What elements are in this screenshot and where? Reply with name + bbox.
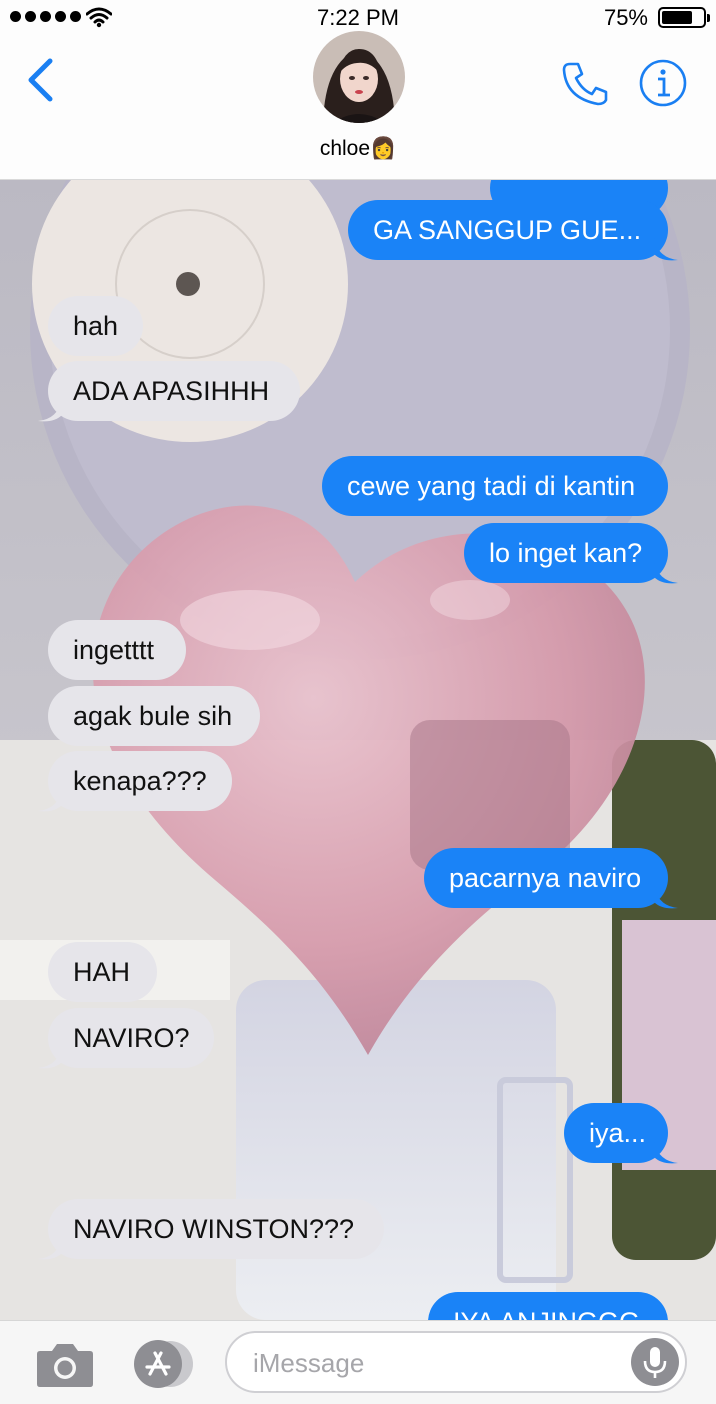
incoming-message-bubble[interactable]: hah <box>48 296 143 356</box>
incoming-message-bubble[interactable]: HAH <box>48 942 157 1002</box>
conversation-header: 7:22 PM 75% chloe👩 <box>0 0 716 180</box>
bubble-tail <box>654 561 678 584</box>
bubble-tail <box>654 238 678 261</box>
incoming-message-bubble[interactable]: ingetttt <box>48 620 186 680</box>
message-input-field[interactable] <box>225 1331 687 1393</box>
phone-icon[interactable] <box>560 58 610 108</box>
outgoing-message-bubble[interactable]: IYA ANJINGGG <box>428 1292 668 1320</box>
contact-avatar[interactable] <box>313 31 405 123</box>
camera-icon[interactable] <box>36 1341 94 1387</box>
incoming-message-bubble[interactable]: NAVIRO? <box>48 1008 214 1068</box>
info-icon[interactable] <box>638 58 688 108</box>
outgoing-message-bubble[interactable]: GA SANGGUP GUE... <box>348 200 668 260</box>
status-bar: 7:22 PM 75% <box>0 0 716 34</box>
bubble-tail <box>38 789 62 812</box>
bubble-tail <box>38 1046 62 1069</box>
incoming-message-bubble[interactable]: agak bule sih <box>48 686 260 746</box>
outgoing-message-bubble[interactable]: iya... <box>564 1103 668 1163</box>
bubble-tail <box>38 399 62 422</box>
bubble-tail <box>654 1141 678 1164</box>
bubble-tail <box>38 1237 62 1260</box>
outgoing-message-bubble[interactable]: cewe yang tadi di kantin <box>322 456 668 516</box>
contact-name[interactable]: chloe👩 <box>0 137 716 161</box>
incoming-message-bubble[interactable]: ADA APASIHHH <box>48 361 300 421</box>
incoming-message-bubble[interactable]: NAVIRO WINSTON??? <box>48 1199 384 1259</box>
bubble-tail <box>654 886 678 909</box>
message-thread[interactable]: GA SANGGUP GUE... hah ADA APASIHHH cewe yan… <box>0 180 716 1320</box>
battery-icon <box>658 7 710 28</box>
compose-bar <box>0 1320 716 1404</box>
outgoing-message-bubble[interactable]: pacarnya naviro <box>424 848 668 908</box>
battery-percent: 75% <box>603 5 648 30</box>
microphone-icon[interactable] <box>631 1338 679 1386</box>
back-chevron-icon[interactable] <box>26 58 56 102</box>
outgoing-message-bubble[interactable]: lo inget kan? <box>464 523 668 583</box>
app-store-icon[interactable] <box>128 1339 198 1389</box>
incoming-message-bubble[interactable]: kenapa??? <box>48 751 232 811</box>
message-input[interactable] <box>253 1345 633 1381</box>
